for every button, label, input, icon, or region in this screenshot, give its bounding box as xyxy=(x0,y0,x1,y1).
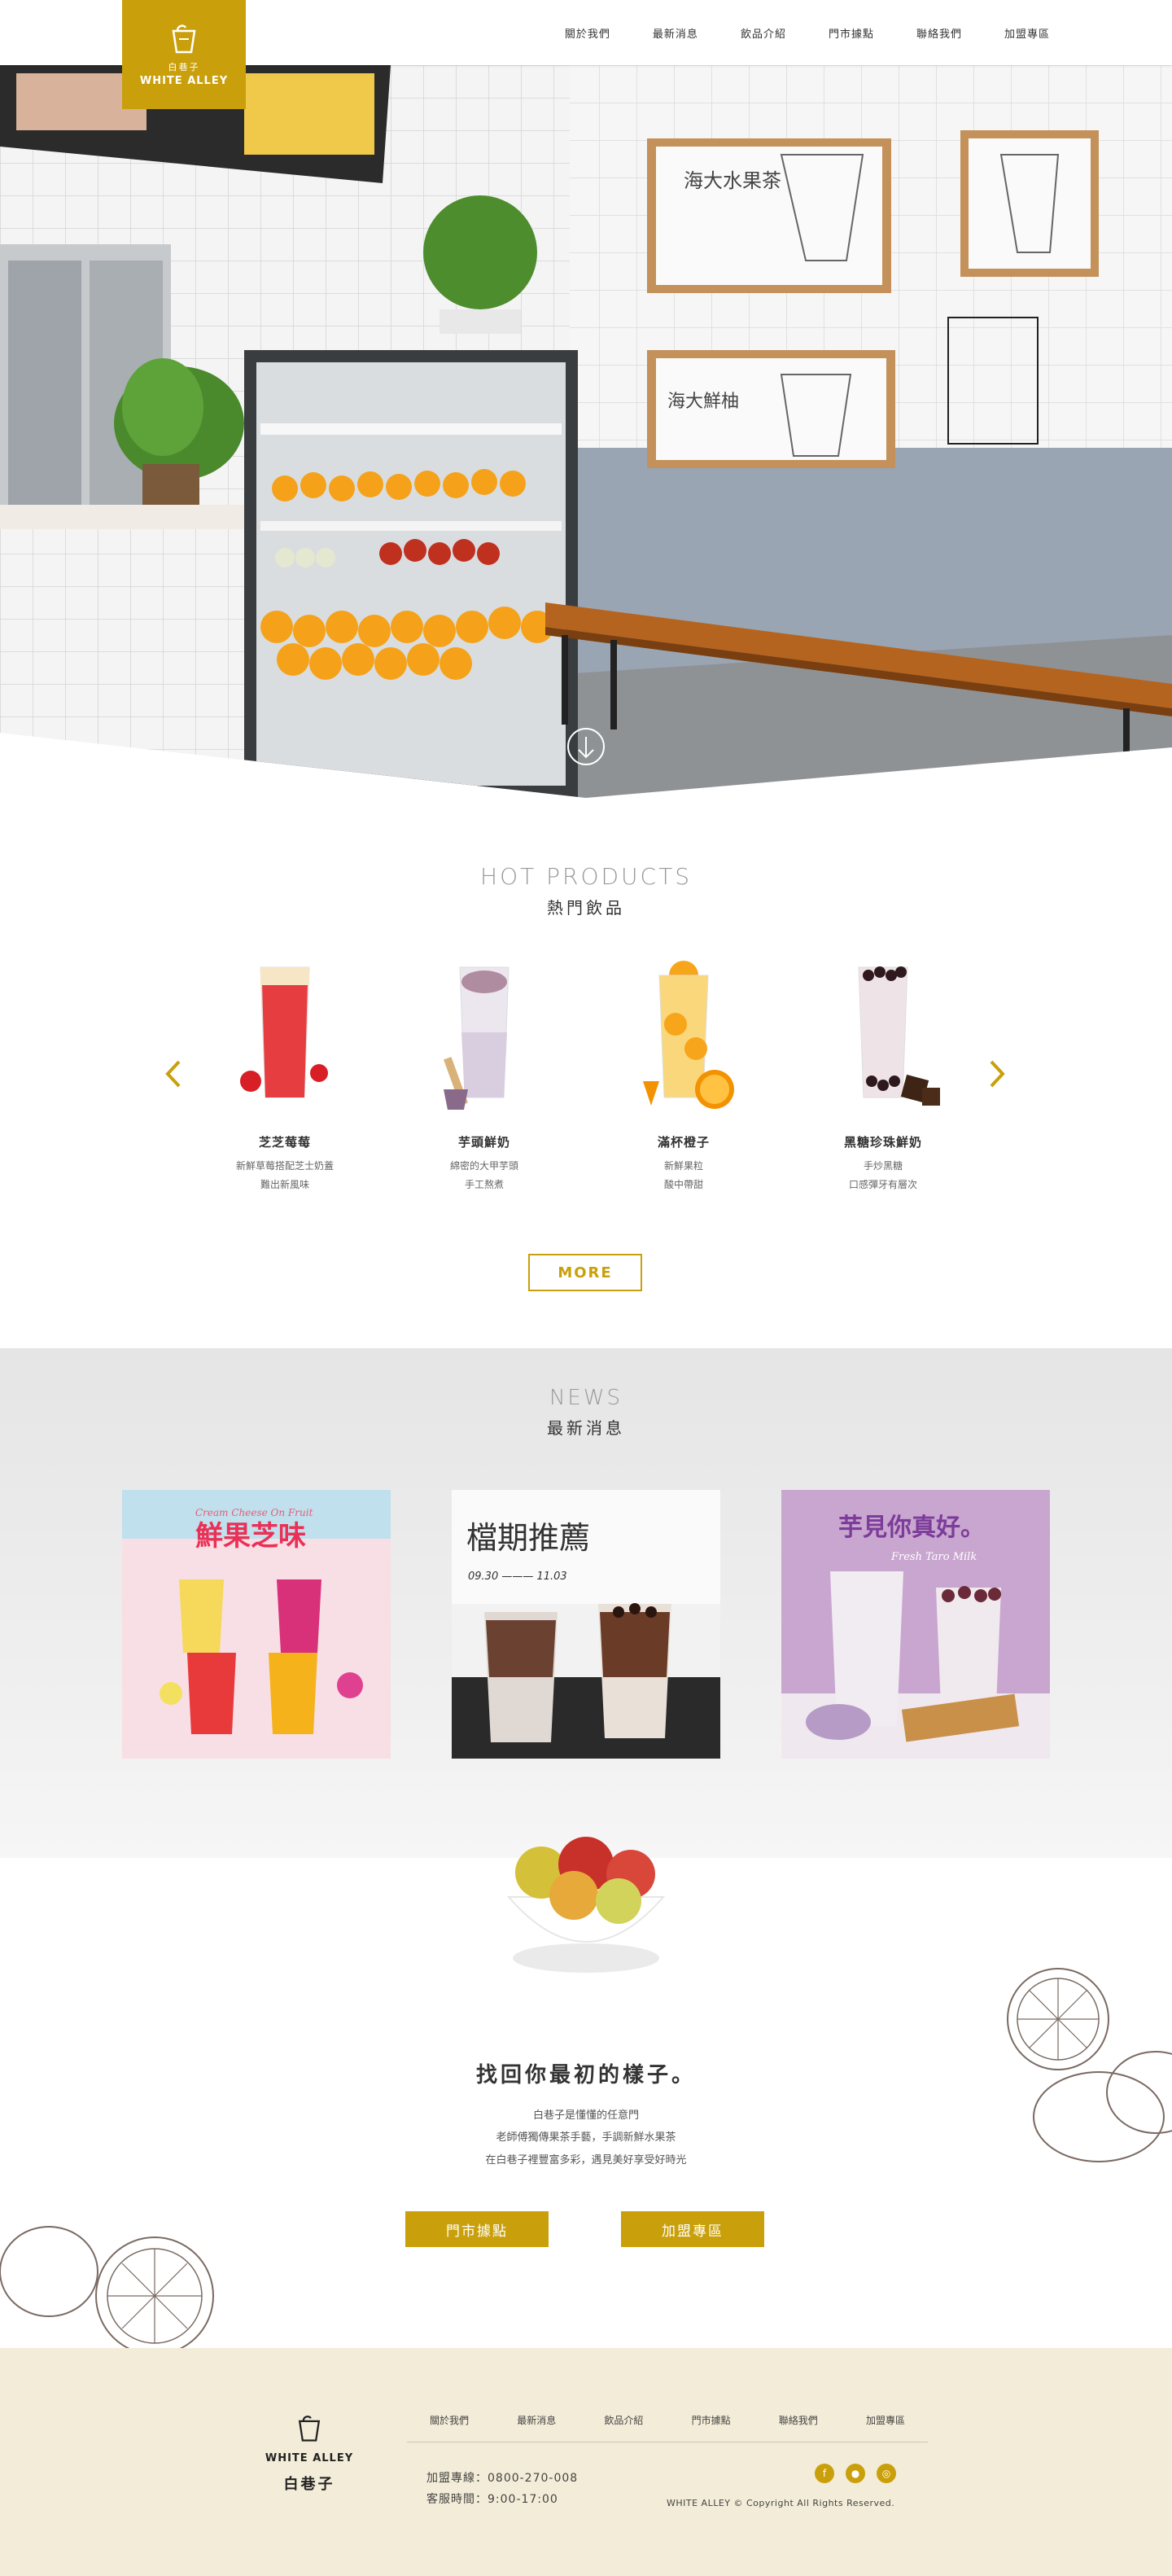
footer-nav-stores[interactable]: 門市據點 xyxy=(692,2413,731,2427)
logo[interactable]: 白巷子 WHITE ALLEY xyxy=(122,0,246,109)
footer-phone: 加盟專線：0800-270-008 xyxy=(426,2472,579,2485)
news-card-headline: 芋見你真好。 xyxy=(838,1514,985,1542)
carousel-next-button[interactable] xyxy=(988,1058,1008,1097)
product-name: 黑糖珍珠鮮奶 xyxy=(843,1135,922,1150)
product-card[interactable]: 芋頭鮮奶 綿密的大甲芋頭 手工熬煮 xyxy=(403,959,566,1194)
product-desc: 手炒黑糖 口感彈牙有層次 xyxy=(802,1157,964,1194)
news-card[interactable]: 芋見你真好。 Fresh Taro Milk xyxy=(781,1490,1050,1759)
store-locations-button[interactable]: 門市據點 xyxy=(405,2211,549,2247)
news-title-cn: 最新消息 xyxy=(547,1418,625,1438)
footer-logo[interactable]: WHITE ALLEY 白巷子 xyxy=(260,2413,358,2494)
page: 關於我們 最新消息 飲品介紹 門市據點 聯絡我們 加盟專區 白巷子 WHITE … xyxy=(0,0,1172,2576)
hero-shop-image: 海大水果茶 海大鮮柚 xyxy=(0,65,1172,798)
nav-item-stores[interactable]: 門市據點 xyxy=(829,25,874,41)
cup-logo-icon xyxy=(298,2416,321,2442)
product-desc-line: 手工熬煮 xyxy=(464,1178,504,1190)
news-card-headline: 鮮果芝味 xyxy=(195,1520,306,1553)
news-card-script: Fresh Taro Milk xyxy=(890,1551,977,1563)
news-section: NEWS 最新消息 Cream Cheese On Fruit 鮮果芝味 檔期推… xyxy=(0,1348,1172,1858)
cup-logo-icon xyxy=(172,24,196,53)
hero-banner: 海大水果茶 海大鮮柚 xyxy=(0,65,1172,798)
nav-item-franchise[interactable]: 加盟專區 xyxy=(1004,25,1050,41)
copyright: WHITE ALLEY © Copyright All Rights Reser… xyxy=(667,2498,895,2508)
news-title: NEWS 最新消息 xyxy=(0,1386,1172,1439)
hero-sign-2: 海大鮮柚 xyxy=(667,392,739,412)
footer-nav-news[interactable]: 最新消息 xyxy=(517,2413,556,2427)
fruit-bowl-image xyxy=(506,1837,666,1973)
product-desc-line: 難出新風味 xyxy=(260,1178,309,1190)
product-name: 芝芝莓莓 xyxy=(258,1135,311,1150)
slogan-line: 老師傅獨傳果茶手藝，手調新鮮水果茶 xyxy=(496,2131,676,2144)
product-name: 滿杯橙子 xyxy=(657,1135,710,1150)
news-card-image: 芋見你真好。 Fresh Taro Milk xyxy=(781,1490,1050,1759)
product-name: 芋頭鮮奶 xyxy=(457,1135,510,1150)
chevron-left-icon xyxy=(165,1060,181,1088)
social-links: f ● ◎ xyxy=(815,2464,896,2483)
product-desc: 新鮮果粒 酸中帶甜 xyxy=(602,1157,765,1194)
product-desc-line: 手炒黑糖 xyxy=(863,1160,903,1172)
product-image xyxy=(444,966,509,1110)
news-card-headline: 檔期推薦 xyxy=(466,1520,590,1556)
footer-nav-franchise[interactable]: 加盟專區 xyxy=(866,2413,905,2427)
product-desc-line: 口感彈牙有層次 xyxy=(848,1178,917,1190)
footer-nav-drinks[interactable]: 飲品介紹 xyxy=(604,2413,643,2427)
news-card-date: 09.30 ——— 11.03 xyxy=(468,1571,567,1583)
product-image xyxy=(240,966,328,1098)
footer-nav-about[interactable]: 關於我們 xyxy=(430,2413,469,2427)
more-button[interactable]: MORE xyxy=(528,1254,642,1291)
product-desc-line: 酸中帶甜 xyxy=(663,1178,703,1190)
logo-text-en: WHITE ALLEY xyxy=(139,74,229,87)
nav-item-contact[interactable]: 聯絡我們 xyxy=(916,25,962,41)
slogan-title: 找回你最初的樣子。 xyxy=(475,2063,696,2088)
instagram-icon[interactable]: ◎ xyxy=(877,2464,896,2483)
product-card[interactable]: 滿杯橙子 新鮮果粒 酸中帶甜 xyxy=(602,959,765,1194)
product-image xyxy=(643,961,734,1109)
news-title-en: NEWS xyxy=(549,1386,623,1410)
product-image xyxy=(858,966,940,1106)
logo-text-cn: 白巷子 xyxy=(168,61,200,72)
hot-products-section: HOT PRODUCTS 熱門飲品 芝芝莓莓 新鮮草莓搭配芝士奶蓋 難出新風味 xyxy=(0,863,1172,1303)
line-icon[interactable]: ● xyxy=(846,2464,865,2483)
product-desc: 綿密的大甲芋頭 手工熬煮 xyxy=(403,1157,566,1194)
news-card[interactable]: Cream Cheese On Fruit 鮮果芝味 xyxy=(122,1490,391,1759)
nav-item-about[interactable]: 關於我們 xyxy=(565,25,610,41)
main-nav: 關於我們 最新消息 飲品介紹 門市據點 聯絡我們 加盟專區 xyxy=(565,0,1050,65)
product-desc-line: 新鮮草莓搭配芝士奶蓋 xyxy=(235,1160,334,1172)
footer-hours: 客服時間：9:00-17:00 xyxy=(426,2492,558,2506)
slogan-text: 白巷子是懂懂的任意門 老師傅獨傳果茶手藝，手調新鮮水果茶 在白巷子裡豐富多彩，遇… xyxy=(0,2105,1172,2171)
footer: WHITE ALLEY 白巷子 關於我們 最新消息 飲品介紹 門市據點 聯絡我們… xyxy=(0,2348,1172,2576)
product-desc-line: 新鮮果粒 xyxy=(663,1160,703,1172)
footer-logo-cn: 白巷子 xyxy=(283,2476,335,2493)
product-desc-line: 綿密的大甲芋頭 xyxy=(449,1160,518,1172)
chevron-right-icon xyxy=(990,1060,1005,1088)
product-desc: 新鮮草莓搭配芝士奶蓋 難出新風味 xyxy=(203,1157,366,1194)
carousel-prev-button[interactable] xyxy=(163,1058,182,1097)
hot-products-title-en: HOT PRODUCTS xyxy=(480,863,692,890)
footer-contact: 加盟專線：0800-270-008 客服時間：9:00-17:00 xyxy=(426,2469,578,2511)
nav-item-drinks[interactable]: 飲品介紹 xyxy=(741,25,786,41)
news-card-image: Cream Cheese On Fruit 鮮果芝味 xyxy=(122,1490,391,1759)
slogan-line: 白巷子是懂懂的任意門 xyxy=(532,2109,639,2122)
franchise-button[interactable]: 加盟專區 xyxy=(621,2211,764,2247)
facebook-icon[interactable]: f xyxy=(815,2464,834,2483)
footer-logo-en: WHITE ALLEY xyxy=(265,2452,354,2464)
slogan-block: 找回你最初的樣子。 白巷子是懂懂的任意門 老師傅獨傳果茶手藝，手調新鮮水果茶 在… xyxy=(0,2058,1172,2171)
news-card-script: Cream Cheese On Fruit xyxy=(195,1507,313,1518)
news-card[interactable]: 檔期推薦 09.30 ——— 11.03 xyxy=(452,1490,720,1759)
hot-products-title-cn: 熱門飲品 xyxy=(547,898,625,918)
news-card-image: 檔期推薦 09.30 ——— 11.03 xyxy=(452,1490,720,1759)
slogan-line: 在白巷子裡豐富多彩，遇見美好享受好時光 xyxy=(485,2153,687,2166)
product-card[interactable]: 芝芝莓莓 新鮮草莓搭配芝士奶蓋 難出新風味 xyxy=(203,959,366,1194)
nav-item-news[interactable]: 最新消息 xyxy=(653,25,698,41)
footer-nav-contact[interactable]: 聯絡我們 xyxy=(779,2413,818,2427)
hero-sign-1: 海大水果茶 xyxy=(684,169,781,192)
orange-sketch-icon xyxy=(0,2226,214,2353)
footer-nav: 關於我們 最新消息 飲品介紹 門市據點 聯絡我們 加盟專區 xyxy=(430,2413,905,2427)
product-card[interactable]: 黑糖珍珠鮮奶 手炒黑糖 口感彈牙有層次 xyxy=(802,959,964,1194)
